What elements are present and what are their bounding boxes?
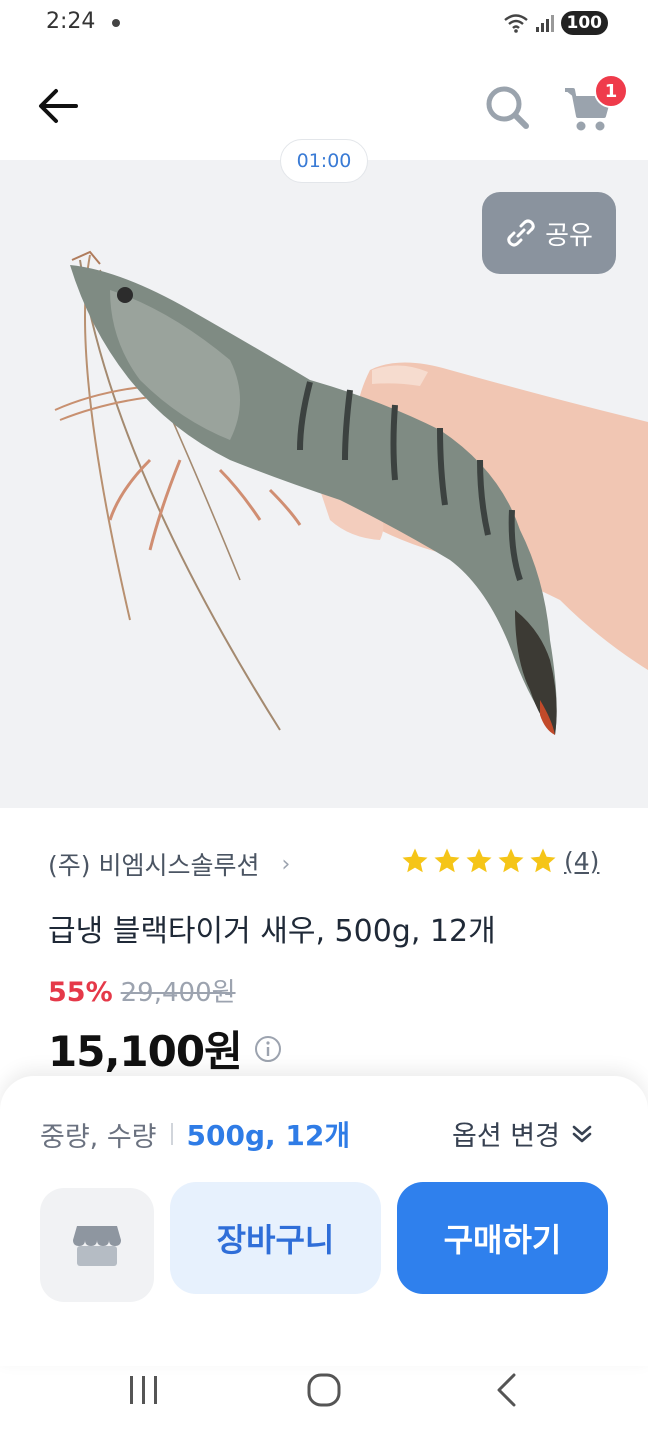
- home-icon: [307, 1373, 341, 1407]
- search-button[interactable]: [478, 78, 538, 138]
- back-button[interactable]: [30, 78, 86, 134]
- star-icon: [402, 848, 428, 873]
- option-divider: [170, 1123, 173, 1145]
- system-nav-bar: [0, 1340, 648, 1440]
- discount-row: 55% 29,400원: [48, 972, 236, 1009]
- change-option-label: 옵션 변경: [452, 1121, 560, 1152]
- selected-option: 중량, 수량 500g, 12개: [40, 1114, 350, 1154]
- home-button[interactable]: [294, 1368, 354, 1412]
- add-to-cart-button[interactable]: 장바구니: [170, 1182, 381, 1294]
- sale-price: 15,100원: [48, 1027, 243, 1076]
- seller-link[interactable]: (주) 비엠시스솔루션 ›: [48, 846, 290, 882]
- review-count[interactable]: (4): [564, 847, 599, 876]
- link-icon: [507, 219, 535, 247]
- recent-apps-icon: [130, 1376, 157, 1404]
- chevron-right-icon: ›: [281, 851, 291, 877]
- info-icon[interactable]: [254, 1035, 282, 1063]
- video-timer: 01:00: [280, 139, 368, 183]
- status-time: 2:24: [46, 9, 96, 34]
- discount-rate: 55%: [48, 977, 113, 1008]
- chevron-down-icon: [572, 1125, 592, 1142]
- star-icon: [434, 848, 460, 873]
- price-row: 15,100원: [48, 1018, 282, 1079]
- change-option-button[interactable]: 옵션 변경: [452, 1114, 594, 1153]
- cart-button[interactable]: 1: [558, 74, 628, 140]
- status-icons: 100: [503, 11, 608, 35]
- star-icon: [498, 848, 524, 873]
- star-icon: [466, 848, 492, 873]
- arrow-left-icon: [39, 89, 78, 123]
- buy-now-button[interactable]: 구매하기: [397, 1182, 608, 1294]
- status-bar: 2:24 100: [0, 0, 648, 48]
- seller-name: (주) 비엠시스솔루션: [48, 851, 260, 880]
- battery-indicator: 100: [560, 11, 608, 35]
- rating[interactable]: (4): [400, 846, 599, 876]
- original-price: 29,400원: [120, 978, 236, 1008]
- star-icon: [530, 848, 556, 873]
- search-icon: [486, 86, 529, 129]
- option-value: 500g, 12개: [186, 1119, 351, 1152]
- store-icon: [73, 1226, 121, 1266]
- option-label: 중량, 수량: [40, 1121, 157, 1153]
- store-button[interactable]: [40, 1188, 154, 1302]
- wifi-icon: [503, 14, 528, 33]
- notification-dot-icon: [112, 19, 120, 27]
- system-back-button[interactable]: [476, 1368, 536, 1412]
- share-button[interactable]: 공유: [482, 192, 616, 274]
- product-title: 급냉 블랙타이거 새우, 500g, 12개: [48, 914, 496, 949]
- cart-count-badge: 1: [594, 74, 628, 108]
- recent-apps-button[interactable]: [114, 1368, 174, 1412]
- chevron-left-icon: [497, 1373, 516, 1407]
- signal-icon: [535, 15, 554, 32]
- share-label: 공유: [545, 220, 593, 251]
